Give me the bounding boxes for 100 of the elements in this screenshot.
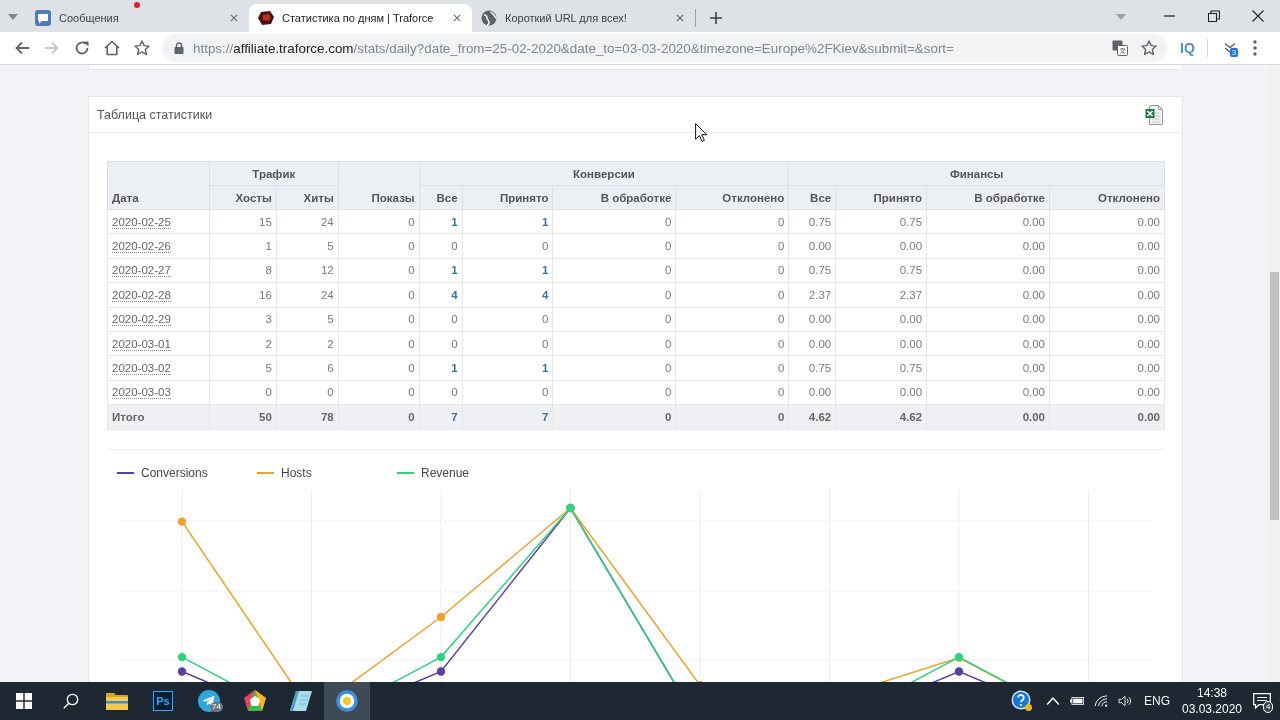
- restore-icon[interactable]: [1208, 10, 1220, 22]
- table-cell: 0: [553, 209, 676, 234]
- lock-icon: [174, 42, 184, 54]
- table-cell: 0: [675, 209, 789, 234]
- table-cell: 0: [553, 331, 676, 356]
- star-icon[interactable]: [134, 40, 150, 56]
- language-indicator[interactable]: ENG: [1144, 694, 1170, 708]
- url-text: https://affiliate.traforce.com/stats/daily?date_from=25-02-2020&date_to=03-03-2020&timezone=Europe%2FKiev&submit=&sort=: [193, 40, 954, 56]
- table-cell: 0: [675, 380, 789, 405]
- card-title: Таблица статистики: [97, 107, 213, 122]
- table-cell: 0.00: [788, 331, 836, 356]
- count-link[interactable]: 1: [451, 264, 458, 277]
- table-cell: 2: [276, 331, 339, 356]
- table-cell: 0.00: [835, 380, 927, 405]
- column-header: Показы: [338, 161, 420, 210]
- app-logo: Ps: [153, 691, 173, 711]
- table-cell: 24: [276, 209, 339, 234]
- table-cell: 5: [276, 233, 339, 259]
- pentagon-icon: [244, 690, 266, 712]
- chevron-up-icon[interactable]: [1046, 695, 1060, 707]
- table-cell: 0.00: [926, 355, 1050, 381]
- table-cell: 0: [419, 331, 463, 356]
- column-header: Принято: [835, 185, 927, 210]
- scrollbar-track[interactable]: [1268, 65, 1280, 682]
- close-icon[interactable]: [1252, 10, 1264, 22]
- address-field[interactable]: https://affiliate.traforce.com/stats/daily?date_from=25-02-2020&date_to=03-03-2020&timezone=Europe%2FKiev&submit=&sort=: [162, 34, 1167, 62]
- table-cell: 0: [675, 331, 789, 356]
- reload-icon[interactable]: [74, 40, 90, 56]
- help-icon[interactable]: [1011, 690, 1033, 712]
- table-cell: 0: [675, 233, 789, 259]
- count-link[interactable]: 4: [451, 288, 458, 301]
- count-link[interactable]: 1: [542, 215, 549, 228]
- table-cell: 12: [276, 258, 339, 283]
- table-cell: 0.00: [835, 233, 927, 259]
- table-cell: 0.00: [1049, 307, 1165, 332]
- table-cell: 0.00: [1049, 258, 1165, 283]
- home-icon[interactable]: [104, 40, 120, 56]
- globe-icon: [481, 10, 497, 26]
- table-cell: 0.00: [926, 404, 1050, 430]
- column-group-header: Трафик: [209, 161, 339, 186]
- table-cell: 1: [209, 233, 277, 259]
- table-cell: 0.00: [926, 258, 1050, 283]
- speaker-icon[interactable]: [1118, 695, 1132, 707]
- table-cell: 0: [462, 331, 553, 356]
- table-cell: 2: [209, 331, 277, 356]
- logo-icon: [258, 10, 274, 26]
- count-link[interactable]: 7: [542, 411, 549, 424]
- table-cell: 0.75: [788, 209, 836, 234]
- table-cell: 0.00: [1049, 331, 1165, 356]
- windows-logo-icon[interactable]: [16, 693, 32, 709]
- table-cell: 0.00: [788, 233, 836, 259]
- table-cell: 5: [276, 307, 339, 332]
- count-link[interactable]: 1: [542, 264, 549, 277]
- clock-time[interactable]: 14:38: [1197, 685, 1227, 701]
- browser-tab[interactable]: Сообщения: [26, 4, 249, 32]
- table-cell: 0.75: [788, 258, 836, 283]
- legend-label: Hosts: [281, 466, 312, 481]
- table-cell: 0.00: [788, 307, 836, 332]
- close-icon[interactable]: [453, 14, 461, 22]
- count-link[interactable]: 4: [542, 288, 549, 301]
- notification-icon[interactable]: [1253, 693, 1271, 709]
- browser-tab[interactable]: Короткий URL для всех!: [472, 4, 695, 32]
- table-cell: 0: [553, 380, 676, 405]
- caret-icon[interactable]: [8, 14, 18, 20]
- taskbar-button[interactable]: Ps: [140, 682, 186, 720]
- star-icon[interactable]: [1141, 40, 1157, 56]
- taskbar-button[interactable]: [324, 682, 370, 720]
- table-cell: 24: [276, 282, 339, 308]
- ring-icon: [336, 690, 358, 712]
- count-link[interactable]: 1: [542, 362, 549, 375]
- count-link[interactable]: 7: [451, 411, 458, 424]
- table-cell: 0.00: [926, 380, 1050, 405]
- double-chevron-icon[interactable]: [1223, 42, 1236, 54]
- folder-icon: [106, 690, 128, 712]
- table-cell: 0: [553, 258, 676, 283]
- translate-icon[interactable]: [1112, 40, 1128, 56]
- back-arrow-icon[interactable]: [14, 40, 30, 56]
- table-cell: 0.00: [926, 282, 1050, 308]
- extension-label[interactable]: IQ: [1180, 40, 1195, 56]
- table-cell: 0.75: [835, 209, 927, 234]
- table-cell: 0.75: [835, 355, 927, 381]
- battery-icon[interactable]: [1070, 695, 1084, 707]
- browser-tab[interactable]: Статистика по дням | Traforce: [249, 4, 472, 32]
- plus-icon[interactable]: [710, 12, 722, 24]
- table-cell: 0: [553, 233, 676, 259]
- count-link[interactable]: 1: [451, 215, 458, 228]
- taskbar-button[interactable]: 74: [186, 682, 232, 720]
- count-link[interactable]: 1: [451, 362, 458, 375]
- scrollbar-thumb[interactable]: [1269, 272, 1279, 520]
- column-header: В обработке: [926, 185, 1050, 210]
- table-cell: 2.37: [788, 282, 836, 308]
- search-icon[interactable]: [63, 693, 79, 709]
- clock-date[interactable]: 03.03.2020: [1181, 701, 1243, 717]
- spreadsheet-icon[interactable]: [1145, 104, 1163, 125]
- column-header: Отклонено: [675, 185, 789, 210]
- table-cell: 0: [553, 355, 676, 381]
- wifi-icon[interactable]: [1094, 695, 1108, 707]
- menu-icon[interactable]: [1252, 40, 1257, 56]
- table-cell: 0: [338, 380, 420, 405]
- table-cell: 6: [276, 355, 339, 381]
